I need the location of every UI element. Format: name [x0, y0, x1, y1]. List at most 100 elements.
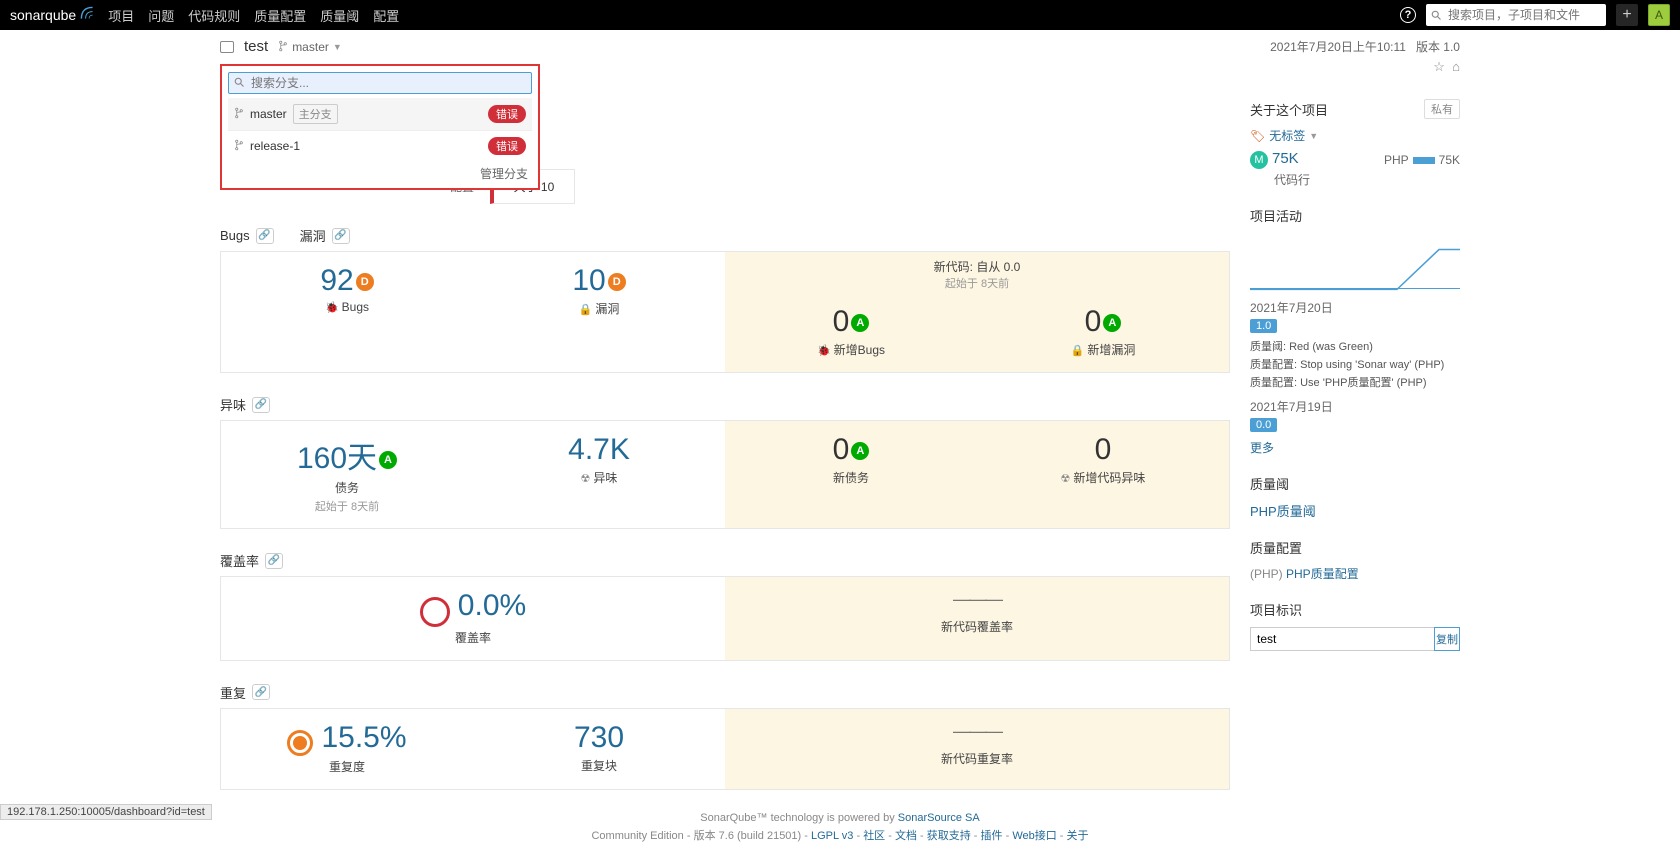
radioactive-icon: ☢ [1061, 473, 1071, 485]
help-icon[interactable]: ? [1400, 7, 1416, 23]
chevron-down-icon: ▼ [333, 42, 342, 52]
nav-projects[interactable]: 项目 [108, 6, 134, 25]
rating-badge: A [851, 314, 869, 332]
rating-badge: A [379, 451, 397, 469]
quality-profile-link[interactable]: PHP质量配置 [1286, 567, 1359, 581]
quality-gate-link[interactable]: PHP质量阈 [1250, 504, 1316, 519]
metric-new-coverage: ——— [725, 589, 1229, 610]
quality-gate-heading: 质量阈 [1250, 474, 1289, 493]
project-key-heading: 项目标识 [1250, 600, 1302, 619]
lang-bar-icon [1413, 157, 1435, 164]
browser-status-bar: 192.178.1.250:10005/dashboard?id=test [0, 804, 212, 820]
nav-issues[interactable]: 问题 [148, 6, 174, 25]
nav-rules[interactable]: 代码规则 [188, 6, 240, 25]
footer-link[interactable]: 关于 [1067, 830, 1089, 842]
quality-profile-heading: 质量配置 [1250, 538, 1302, 557]
metric-dup[interactable]: 15.5% [321, 721, 406, 754]
metric-new-debt[interactable]: 0 [833, 433, 850, 466]
metric-vuln[interactable]: 10 [572, 264, 605, 297]
footer-link[interactable]: 插件 [981, 830, 1003, 842]
metric-debt[interactable]: 160天 [297, 442, 377, 475]
radioactive-icon: ☢ [581, 473, 591, 485]
metric-coverage[interactable]: 0.0% [458, 589, 526, 622]
manage-branches-link[interactable]: 管理分支 [480, 167, 528, 181]
section-title-smell: 异味 [220, 395, 246, 414]
bug-icon: 🐞 [325, 302, 339, 314]
sonarsource-link[interactable]: SonarSource SA [898, 812, 980, 824]
metric-bugs[interactable]: 92 [320, 264, 353, 297]
link-icon[interactable]: 🔗 [252, 684, 270, 700]
visibility-badge: 私有 [1424, 99, 1460, 119]
version-tag: 1.0 [1250, 319, 1277, 333]
status-badge: 错误 [488, 137, 526, 155]
footer-link[interactable]: LGPL v3 [811, 830, 853, 842]
nav-profiles[interactable]: 质量配置 [254, 6, 306, 25]
section-title-dup: 重复 [220, 683, 246, 702]
user-avatar[interactable]: A [1648, 4, 1670, 26]
project-key-input[interactable] [1250, 627, 1460, 651]
analysis-timestamp: 2021年7月20日上午10:11 [1270, 38, 1406, 55]
duplication-donut-icon [287, 730, 313, 756]
link-icon[interactable]: 🔗 [332, 228, 350, 244]
activity-chart[interactable] [1250, 239, 1460, 289]
activity-event: 2021年7月19日 0.0 [1250, 398, 1460, 435]
search-icon [1430, 9, 1442, 21]
section-title-bugs: Bugs [220, 228, 250, 243]
activity-heading: 项目活动 [1250, 206, 1302, 225]
footer: SonarQube™ technology is powered by Sona… [0, 790, 1680, 855]
footer-link[interactable]: 获取支持 [927, 830, 971, 842]
copy-button[interactable]: 复制 [1434, 627, 1460, 651]
global-search[interactable] [1426, 4, 1606, 26]
size-badge-icon: M [1250, 151, 1268, 169]
activity-event: 2021年7月20日 1.0 质量阈: Red (was Green) 质量配置… [1250, 299, 1460, 390]
logo[interactable]: sonarqube [10, 7, 94, 23]
branch-item-release-1[interactable]: release-1 错误 [228, 130, 532, 161]
coverage-donut-icon [420, 597, 450, 627]
loc-value[interactable]: 75K [1272, 150, 1299, 167]
section-title-vuln: 漏洞 [300, 226, 326, 245]
rating-badge: A [851, 442, 869, 460]
nav-admin[interactable]: 配置 [373, 6, 399, 25]
main-branch-tag: 主分支 [293, 104, 338, 124]
metric-smells[interactable]: 4.7K [568, 433, 630, 466]
bug-icon: 🐞 [817, 345, 831, 357]
footer-link[interactable]: 文档 [895, 830, 917, 842]
more-link[interactable]: 更多 [1250, 439, 1274, 456]
branch-search-input[interactable] [228, 72, 532, 94]
lock-icon: 🔒 [579, 304, 593, 316]
footer-link[interactable]: 社区 [863, 830, 885, 842]
status-badge: 错误 [488, 105, 526, 123]
tags-dropdown[interactable]: 无标签▼ [1250, 127, 1460, 144]
logo-arc-icon [80, 8, 94, 22]
metric-new-bugs[interactable]: 0 [833, 305, 850, 338]
rating-badge: A [1103, 314, 1121, 332]
branch-item-master[interactable]: master 主分支 错误 [228, 98, 532, 130]
version-tag: 0.0 [1250, 418, 1277, 432]
home-icon[interactable]: ⌂ [1452, 59, 1460, 75]
project-icon [220, 41, 234, 53]
branch-selector[interactable]: master ▼ [278, 39, 342, 55]
branch-icon [234, 106, 244, 122]
branch-dropdown: master 主分支 错误 release-1 错误 管理分支 [220, 64, 540, 190]
project-title: test [244, 38, 268, 55]
nav-gates[interactable]: 质量阈 [320, 6, 359, 25]
metric-new-dup: ——— [725, 721, 1229, 742]
branch-name: master [292, 40, 329, 54]
search-icon [233, 76, 245, 88]
create-button[interactable]: + [1616, 4, 1638, 26]
footer-link[interactable]: Web接口 [1012, 830, 1056, 842]
metric-dup-blocks[interactable]: 730 [574, 721, 624, 754]
section-title-coverage: 覆盖率 [220, 551, 259, 570]
metric-new-smells[interactable]: 0 [1095, 433, 1112, 466]
link-icon[interactable]: 🔗 [252, 397, 270, 413]
version-label: 版本 1.0 [1416, 38, 1460, 55]
global-search-input[interactable] [1426, 4, 1606, 26]
branch-icon [278, 39, 288, 55]
star-icon[interactable]: ☆ [1433, 59, 1445, 75]
link-icon[interactable]: 🔗 [256, 228, 274, 244]
link-icon[interactable]: 🔗 [265, 553, 283, 569]
rating-badge: D [356, 273, 374, 291]
metric-new-vuln[interactable]: 0 [1085, 305, 1102, 338]
new-code-header: 新代码: 自从 0.0 起始于 8天前 [725, 252, 1229, 293]
about-project-heading: 关于这个项目 [1250, 100, 1328, 119]
